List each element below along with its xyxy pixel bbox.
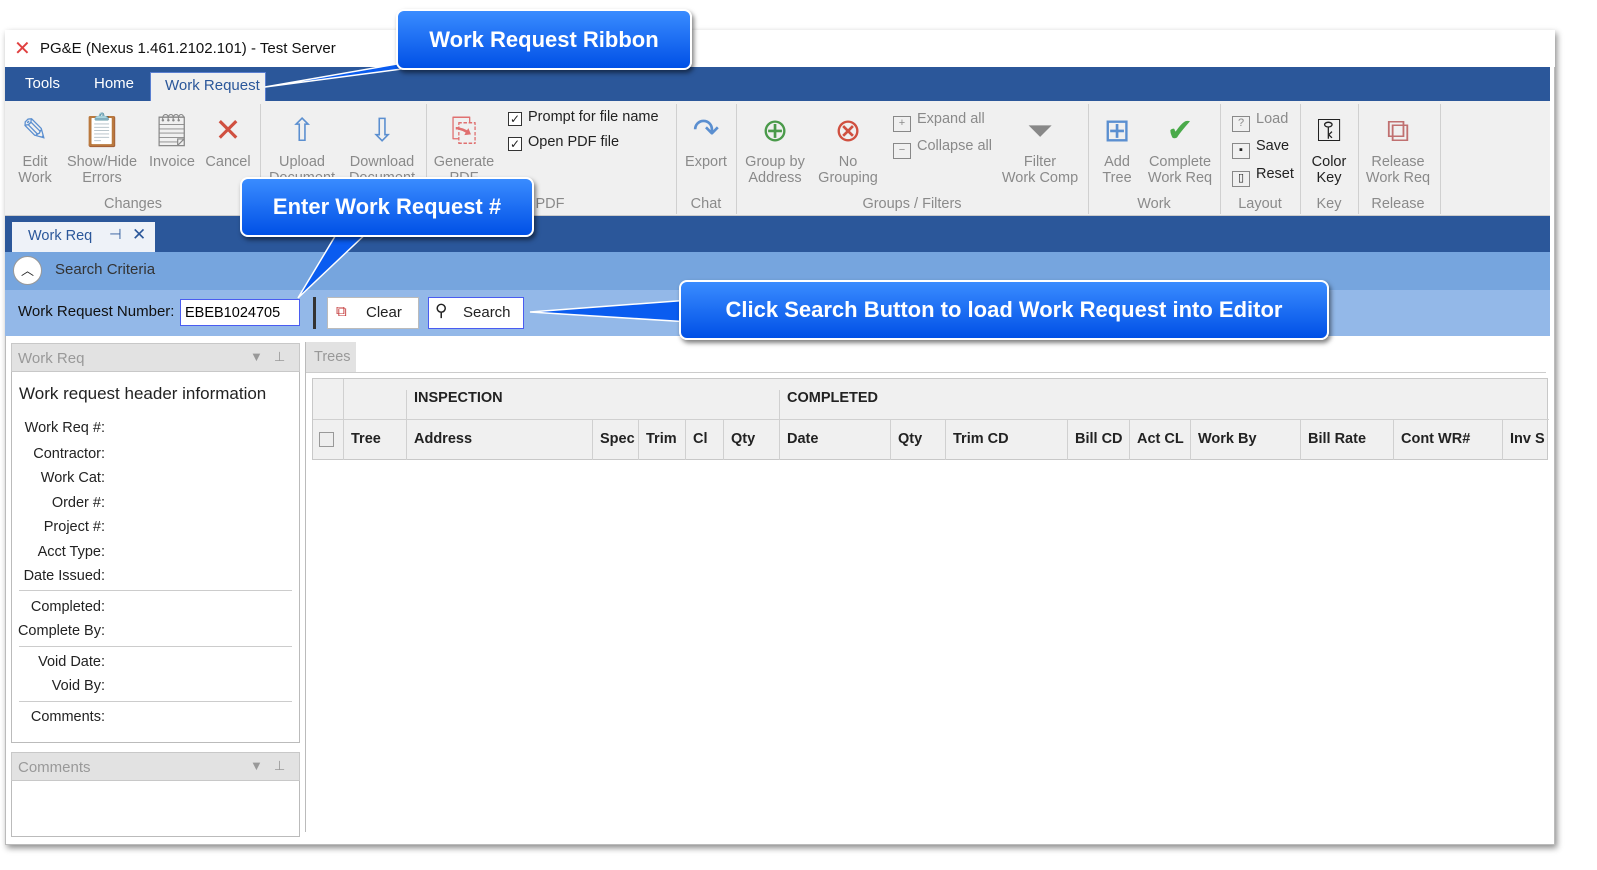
callout-tail [297, 227, 374, 299]
callout-tails [264, 59, 691, 323]
callout-tail [529, 299, 691, 323]
callout-enter-work-request: Enter Work Request # [240, 177, 534, 237]
callout-ribbon: Work Request Ribbon [396, 9, 692, 70]
callout-search: Click Search Button to load Work Request… [679, 280, 1329, 340]
